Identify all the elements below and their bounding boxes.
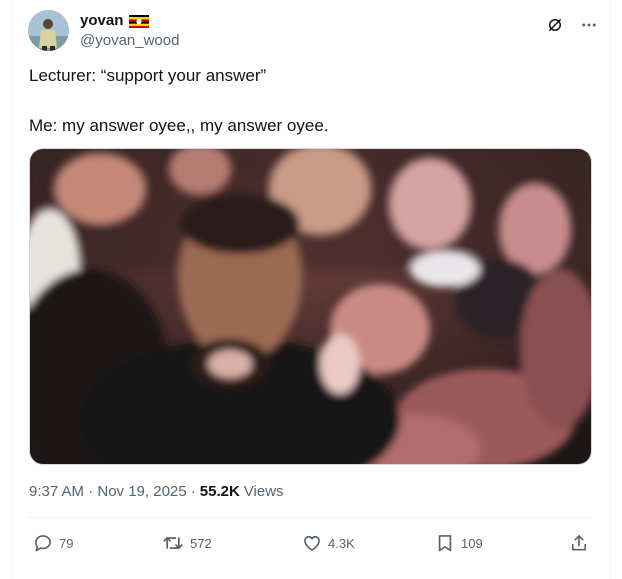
tweet-text-line-1: Lecturer: “support your answer” (29, 66, 267, 85)
bookmark-icon (438, 535, 452, 552)
tweet-media-image[interactable] (29, 148, 592, 465)
tweet-meta: 9:37 AM · Nov 19, 2025 · 55.2K Views (29, 483, 284, 500)
grok-icon[interactable] (544, 14, 566, 36)
avatar[interactable] (28, 10, 69, 51)
tweet-actions-bar: 79 572 4.3K 109 (29, 530, 592, 556)
user-handle[interactable]: @yovan_wood (80, 32, 179, 49)
heart-icon (304, 535, 320, 551)
display-name-row[interactable]: yovan (80, 12, 150, 29)
reply-icon (35, 535, 51, 552)
share-button[interactable] (569, 530, 589, 556)
like-count: 4.3K (328, 535, 355, 551)
bookmark-button[interactable]: 109 (435, 530, 483, 556)
display-name[interactable]: yovan (80, 12, 123, 29)
crowd-photo (30, 149, 591, 464)
repost-button[interactable]: 572 (162, 530, 212, 556)
like-button[interactable]: 4.3K (302, 530, 355, 556)
tweet-text-line-2: Me: my answer oyee,, my answer oyee. (29, 116, 329, 135)
timestamp[interactable]: 9:37 AM · Nov 19, 2025 · (29, 483, 196, 500)
tweet-card: yovan @yovan_wood Lecturer: “support you… (0, 0, 622, 579)
timeline-border-right (610, 0, 611, 579)
timeline-border-left (11, 0, 12, 579)
repost-count: 572 (190, 535, 212, 551)
tweet-top-actions (544, 14, 600, 36)
divider (29, 517, 592, 518)
views-label: Views (243, 483, 284, 500)
repost-icon (163, 537, 183, 549)
bookmark-count: 109 (461, 535, 483, 551)
share-icon (571, 535, 587, 551)
uganda-flag-icon (129, 15, 150, 28)
views-count: 55.2K (199, 483, 240, 500)
reply-count: 79 (59, 535, 74, 551)
more-options-icon[interactable] (578, 14, 600, 36)
reply-button[interactable]: 79 (33, 530, 73, 556)
